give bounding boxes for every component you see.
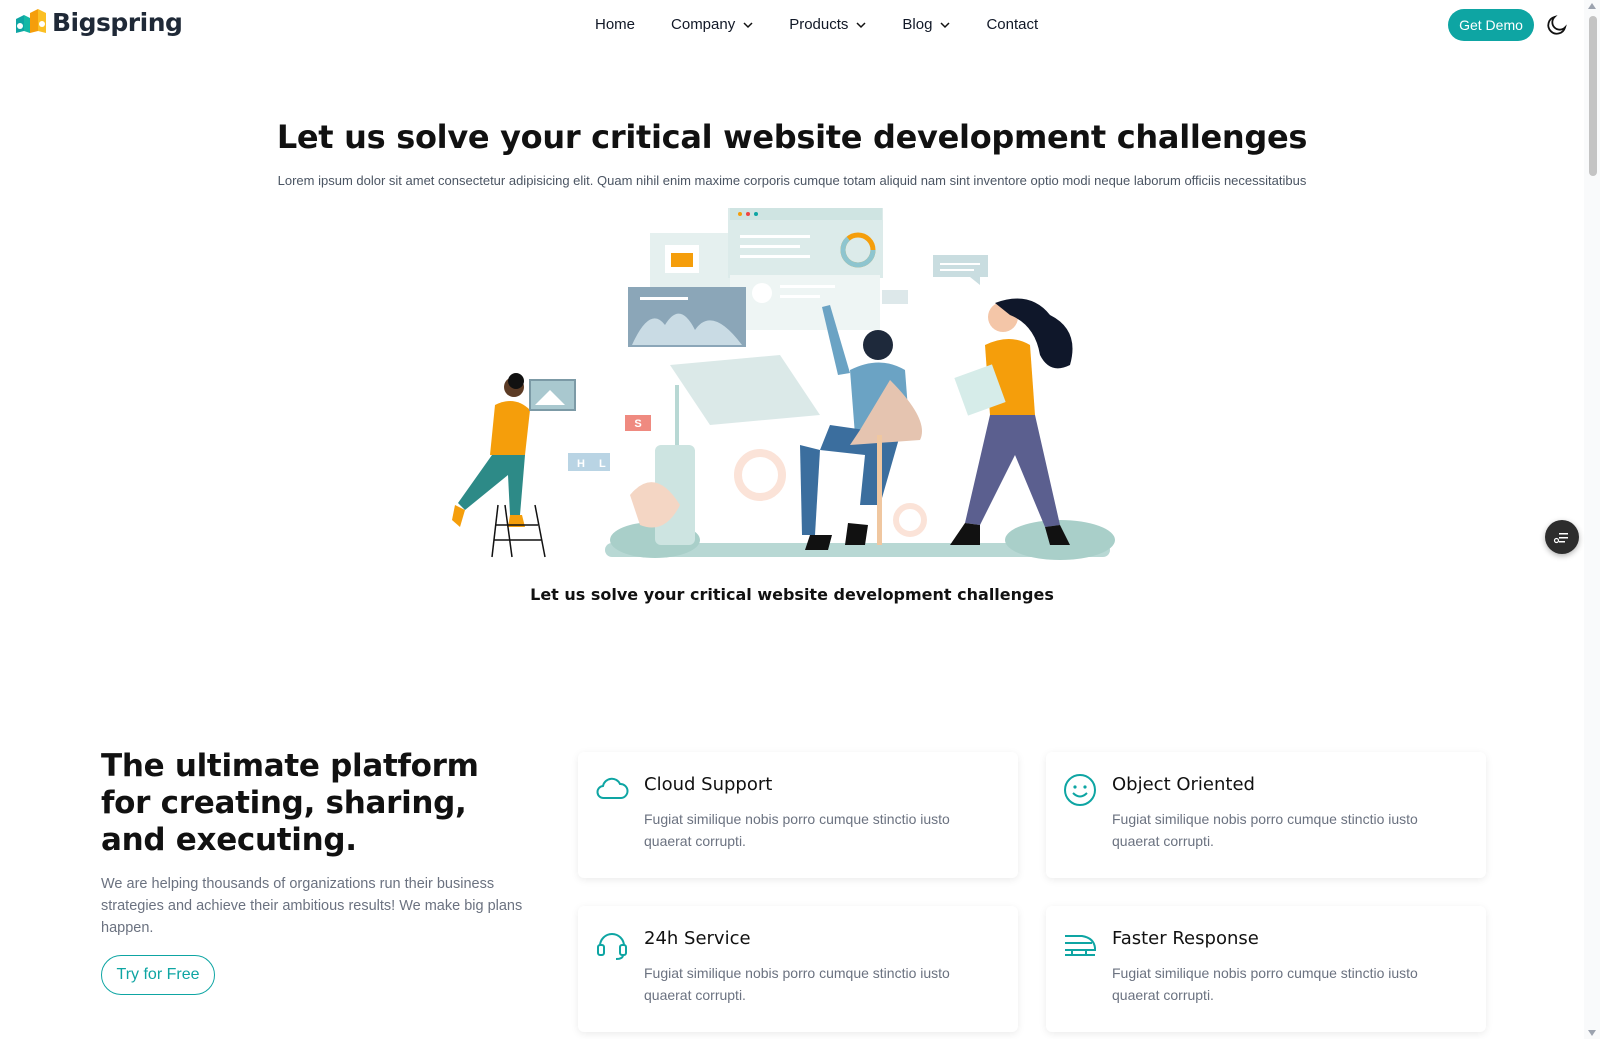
feature-title: 24h Service xyxy=(644,928,751,949)
main-nav: Home Company Products Blog Contact xyxy=(595,16,1074,33)
feature-card-24h-service: 24h Service Fugiat similique nobis porro… xyxy=(578,906,1018,1032)
list-toggle-icon xyxy=(1553,533,1568,544)
scroll-thumb[interactable] xyxy=(1589,16,1597,176)
illus-letter-l: L xyxy=(599,458,606,470)
hero-title: Let us solve your critical website devel… xyxy=(276,118,1308,156)
scroll-up-icon[interactable] xyxy=(1588,3,1596,9)
feature-title: Object Oriented xyxy=(1112,774,1255,795)
nav-company[interactable]: Company xyxy=(671,16,753,33)
hero-caption: Let us solve your critical website devel… xyxy=(530,585,1054,604)
feature-card-object-oriented: Object Oriented Fugiat similique nobis p… xyxy=(1046,752,1486,878)
nav-blog[interactable]: Blog xyxy=(902,16,950,33)
feature-description: Fugiat similique nobis porro cumque stin… xyxy=(644,965,950,1003)
headset-icon xyxy=(597,933,627,960)
nav-products-label: Products xyxy=(789,16,849,33)
nav-blog-label: Blog xyxy=(902,16,933,33)
nav-home[interactable]: Home xyxy=(595,16,635,33)
illus-letter-s: S xyxy=(634,418,641,430)
hero-illustration: S H L xyxy=(452,208,1115,560)
hero-subtitle: Lorem ipsum dolor sit amet consectetur a… xyxy=(277,173,1307,188)
platform-title: The ultimate platform for creating, shar… xyxy=(101,748,479,858)
floating-menu-button[interactable] xyxy=(1545,520,1579,554)
logo-text: Bigspring xyxy=(52,8,183,37)
feature-card-cloud-support: Cloud Support Fugiat similique nobis por… xyxy=(578,752,1018,878)
moon-icon[interactable] xyxy=(1545,13,1569,37)
site-header: Bigspring Home Company Products Blog Con… xyxy=(0,0,1584,50)
feature-description: Fugiat similique nobis porro cumque stin… xyxy=(1112,965,1418,1003)
train-icon xyxy=(1065,935,1096,956)
chevron-down-icon xyxy=(743,21,753,28)
feature-description: Fugiat similique nobis porro cumque stin… xyxy=(644,811,950,849)
get-demo-button[interactable]: Get Demo xyxy=(1448,9,1534,41)
chevron-down-icon xyxy=(940,21,950,28)
nav-company-label: Company xyxy=(671,16,736,33)
nav-contact[interactable]: Contact xyxy=(986,16,1038,33)
nav-contact-label: Contact xyxy=(986,16,1039,33)
cloud-icon xyxy=(596,777,629,799)
nav-home-label: Home xyxy=(595,16,636,33)
feature-card-faster-response: Faster Response Fugiat similique nobis p… xyxy=(1046,906,1486,1032)
chevron-down-icon xyxy=(856,21,866,28)
logo[interactable]: Bigspring xyxy=(14,8,183,37)
smile-icon xyxy=(1064,774,1096,806)
try-for-free-button[interactable]: Try for Free xyxy=(101,955,215,995)
feature-title: Faster Response xyxy=(1112,928,1259,949)
feature-description: Fugiat similique nobis porro cumque stin… xyxy=(1112,811,1418,849)
logo-icon xyxy=(16,8,46,33)
scroll-down-icon[interactable] xyxy=(1588,1030,1596,1036)
illus-letter-h: H xyxy=(577,458,585,470)
page-scrollbar[interactable] xyxy=(1584,0,1600,1039)
nav-products[interactable]: Products xyxy=(789,16,866,33)
platform-description: We are helping thousands of organization… xyxy=(101,876,523,936)
feature-title: Cloud Support xyxy=(644,774,773,795)
